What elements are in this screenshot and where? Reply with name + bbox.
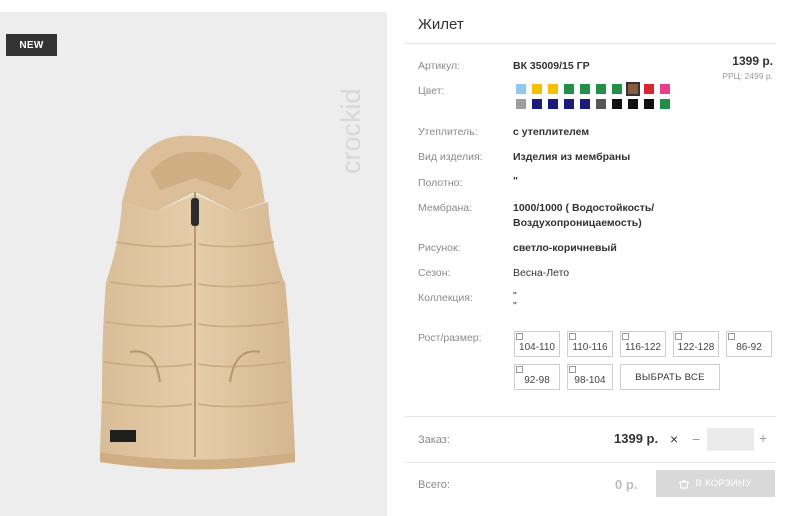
size-option-116-122[interactable]: 116-122 (620, 331, 666, 357)
color-swatch[interactable] (564, 99, 574, 109)
color-swatch[interactable] (548, 99, 558, 109)
spec-value-pattern: светло-коричневый (513, 242, 617, 254)
spec-value-membrane: 1000/1000 ( Водостойкость/ (513, 202, 655, 214)
size-icon (569, 366, 576, 373)
color-swatch[interactable] (548, 84, 558, 94)
select-all-button[interactable]: ВЫБРАТЬ ВСЕ (620, 364, 720, 390)
size-icon (516, 333, 523, 340)
size-option-label: 104-110 (519, 341, 555, 353)
size-option-98-104[interactable]: 98-104 (567, 364, 613, 390)
size-option-104-110[interactable]: 104-110 (514, 331, 560, 357)
size-option-92-98[interactable]: 92-98 (514, 364, 560, 390)
divider (404, 43, 776, 44)
rrp-price: РРЦ: 2499 р. (722, 71, 773, 81)
color-swatch[interactable] (580, 99, 590, 109)
add-to-cart-label: В КОРЗИНУ (695, 478, 752, 489)
spec-label-membrane: Мембрана: (418, 202, 473, 214)
color-swatch[interactable] (532, 84, 542, 94)
color-swatch[interactable] (660, 99, 670, 109)
total-value: 0 р. (615, 477, 638, 492)
color-swatch[interactable] (612, 99, 622, 109)
size-icon (622, 333, 629, 340)
spec-label-fabric: Полотно: (418, 177, 463, 189)
cart-icon (679, 479, 690, 489)
size-option-label: 86-92 (736, 341, 762, 353)
product-image (96, 135, 295, 470)
spec-label-color: Цвет: (418, 85, 445, 97)
spec-label-pattern: Рисунок: (418, 242, 461, 254)
order-price: 1399 р. (614, 431, 659, 446)
size-icon (728, 333, 735, 340)
spec-label-article: Артикул: (418, 60, 461, 72)
new-badge: NEW (6, 34, 57, 56)
size-option-label: 122-128 (677, 341, 715, 353)
spec-label-type: Вид изделия: (418, 151, 483, 163)
add-to-cart-button[interactable]: В КОРЗИНУ (656, 470, 775, 497)
product-gallery: NEW crockid (0, 12, 387, 516)
color-swatch[interactable] (644, 99, 654, 109)
decrease-quantity-button[interactable]: − (692, 431, 700, 447)
size-option-label: 92-98 (524, 374, 550, 386)
spec-label-season: Сезон: (418, 267, 451, 279)
size-option-110-116[interactable]: 110-116 (567, 331, 613, 357)
increase-quantity-button[interactable]: + (759, 430, 767, 446)
spec-value-type: Изделия из мембраны (513, 151, 631, 163)
color-swatch[interactable] (626, 82, 640, 96)
total-label: Всего: (418, 479, 450, 491)
size-icon (569, 333, 576, 340)
divider (404, 416, 776, 417)
spec-value-insulation: с утеплителем (513, 126, 590, 138)
color-swatch[interactable] (596, 84, 606, 94)
color-swatch[interactable] (644, 84, 654, 94)
spec-label-insulation: Утеплитель: (418, 126, 478, 138)
color-swatch[interactable] (580, 84, 590, 94)
size-option-122-128[interactable]: 122-128 (673, 331, 719, 357)
times-icon: × (670, 431, 679, 447)
size-options: 104-110 110-116 116-122 122-128 86-92 92… (514, 331, 774, 393)
size-option-86-92[interactable]: 86-92 (726, 331, 772, 357)
color-swatch[interactable] (628, 99, 638, 109)
size-option-label: 116-122 (625, 341, 661, 353)
color-swatch[interactable] (532, 99, 542, 109)
spec-value-collection-line2: " (513, 300, 517, 312)
spec-value-membrane-line2: Воздухопроницаемость) (513, 217, 642, 229)
color-swatch[interactable] (516, 84, 526, 94)
spec-value-article: ВК 35009/15 ГР (513, 60, 590, 72)
size-icon (675, 333, 682, 340)
size-icon (516, 366, 523, 373)
size-option-label: 110-116 (572, 341, 608, 353)
order-label: Заказ: (418, 434, 450, 446)
color-swatch[interactable] (564, 84, 574, 94)
spec-value-fabric: " (513, 175, 518, 187)
size-label: Рост/размер: (418, 332, 482, 344)
product-price: 1399 р. (732, 54, 773, 68)
spec-value-season: Весна-Лето (513, 267, 570, 279)
color-swatch[interactable] (516, 99, 526, 109)
divider (404, 462, 776, 463)
color-swatch[interactable] (660, 84, 670, 94)
color-swatch[interactable] (596, 99, 606, 109)
color-swatch[interactable] (612, 84, 622, 94)
spec-label-collection: Коллекция: (418, 292, 473, 304)
quantity-input[interactable] (707, 428, 754, 451)
product-title: Жилет (418, 16, 464, 33)
size-option-label: 98-104 (574, 374, 606, 386)
brand-logo-text: crockid (336, 88, 366, 174)
